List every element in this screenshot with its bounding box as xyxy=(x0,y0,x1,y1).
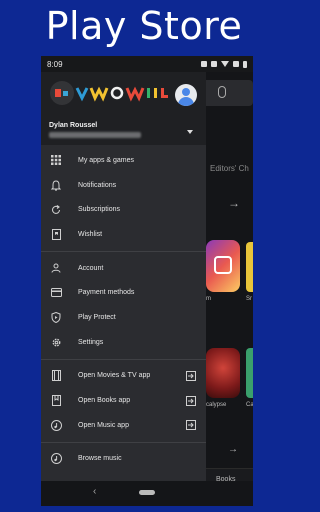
divider xyxy=(41,358,206,360)
menu-item-browse-music[interactable]: Browse music xyxy=(41,447,206,472)
drawer-menu: My apps & games Notifications Subscripti… xyxy=(41,148,206,471)
menu-item-play-protect[interactable]: Play Protect xyxy=(41,305,206,330)
menu-item-label: Account xyxy=(78,264,104,272)
open-external-icon xyxy=(186,395,196,406)
menu-item-wishlist[interactable]: Wishlist xyxy=(41,222,206,247)
menu-item-open-books[interactable]: Open Books app xyxy=(41,388,206,413)
music-icon xyxy=(50,419,62,431)
game-app-icon[interactable] xyxy=(206,348,240,398)
avatar[interactable] xyxy=(175,84,197,106)
status-time: 8:09 xyxy=(47,59,63,69)
status-bar: 8:09 xyxy=(41,56,253,72)
home-pill[interactable] xyxy=(139,490,155,495)
gear-icon xyxy=(50,336,62,348)
app-label: calypse xyxy=(206,402,227,408)
menu-item-label: Notifications xyxy=(78,181,117,189)
arrow-right-icon[interactable]: → xyxy=(228,444,238,455)
back-icon[interactable]: ‹ xyxy=(93,486,96,497)
menu-item-label: Wishlist xyxy=(78,230,103,238)
app-icon-green[interactable] xyxy=(246,348,253,398)
menu-item-label: Settings xyxy=(78,338,104,346)
bookmark-icon xyxy=(50,228,62,240)
menu-item-open-movies[interactable]: Open Movies & TV app xyxy=(41,364,206,389)
bell-icon xyxy=(50,179,62,191)
apps-icon xyxy=(50,154,62,166)
divider xyxy=(41,441,206,443)
menu-item-open-music[interactable]: Open Music app xyxy=(41,413,206,438)
search-bar[interactable] xyxy=(206,80,253,106)
cover-art-logo xyxy=(50,81,168,105)
app-label: m xyxy=(206,296,211,302)
credit-card-icon xyxy=(50,287,62,299)
menu-item-payment-methods[interactable]: Payment methods xyxy=(41,280,206,305)
menu-item-subscriptions[interactable]: Subscriptions xyxy=(41,197,206,222)
open-external-icon xyxy=(186,370,196,381)
system-nav-bar: ‹ xyxy=(41,481,253,506)
app-label: Sr xyxy=(246,296,252,302)
menu-item-label: Subscriptions xyxy=(78,206,121,214)
banner-title: Play Store xyxy=(45,4,243,48)
navigation-drawer: Dylan Roussel My apps & games Notificati… xyxy=(41,72,206,481)
menu-item-label: Payment methods xyxy=(78,289,135,297)
wifi-icon xyxy=(221,61,229,67)
mic-icon[interactable] xyxy=(218,86,226,98)
open-external-icon xyxy=(186,420,196,431)
phone-screen: 8:09 Editors' Ch → m Sr calypse Ca → Boo… xyxy=(41,56,253,506)
battery-icon xyxy=(243,60,247,68)
instagram-app-icon[interactable] xyxy=(206,240,240,292)
refresh-icon xyxy=(50,204,62,216)
signal-icon xyxy=(233,61,239,67)
menu-item-label: Browse music xyxy=(78,455,122,463)
book-icon xyxy=(50,395,62,407)
menu-item-account[interactable]: Account xyxy=(41,256,206,281)
account-header[interactable]: Dylan Roussel xyxy=(41,72,206,145)
menu-item-label: Open Movies & TV app xyxy=(78,372,151,380)
account-name: Dylan Roussel xyxy=(49,122,98,129)
editors-choice-tab[interactable]: Editors' Ch xyxy=(210,164,249,173)
menu-item-my-apps[interactable]: My apps & games xyxy=(41,148,206,173)
mute-icon xyxy=(211,61,217,67)
menu-item-notifications[interactable]: Notifications xyxy=(41,173,206,198)
app-icon-yellow[interactable] xyxy=(246,242,253,292)
divider xyxy=(41,250,206,252)
menu-item-label: My apps & games xyxy=(78,156,135,164)
menu-item-label: Open Books app xyxy=(78,397,131,405)
nfc-icon xyxy=(201,61,207,67)
app-label: Ca xyxy=(246,402,253,408)
arrow-right-icon[interactable]: → xyxy=(228,196,240,210)
music-icon xyxy=(50,453,62,465)
menu-item-label: Play Protect xyxy=(78,313,116,321)
account-email-redacted xyxy=(49,132,141,138)
shield-icon xyxy=(50,311,62,323)
person-icon xyxy=(50,262,62,274)
film-icon xyxy=(50,370,62,382)
menu-item-label: Open Music app xyxy=(78,421,129,429)
background-app[interactable]: Editors' Ch → m Sr calypse Ca → Books xyxy=(206,72,253,500)
chevron-down-icon[interactable] xyxy=(187,130,193,134)
menu-item-settings[interactable]: Settings xyxy=(41,330,206,355)
